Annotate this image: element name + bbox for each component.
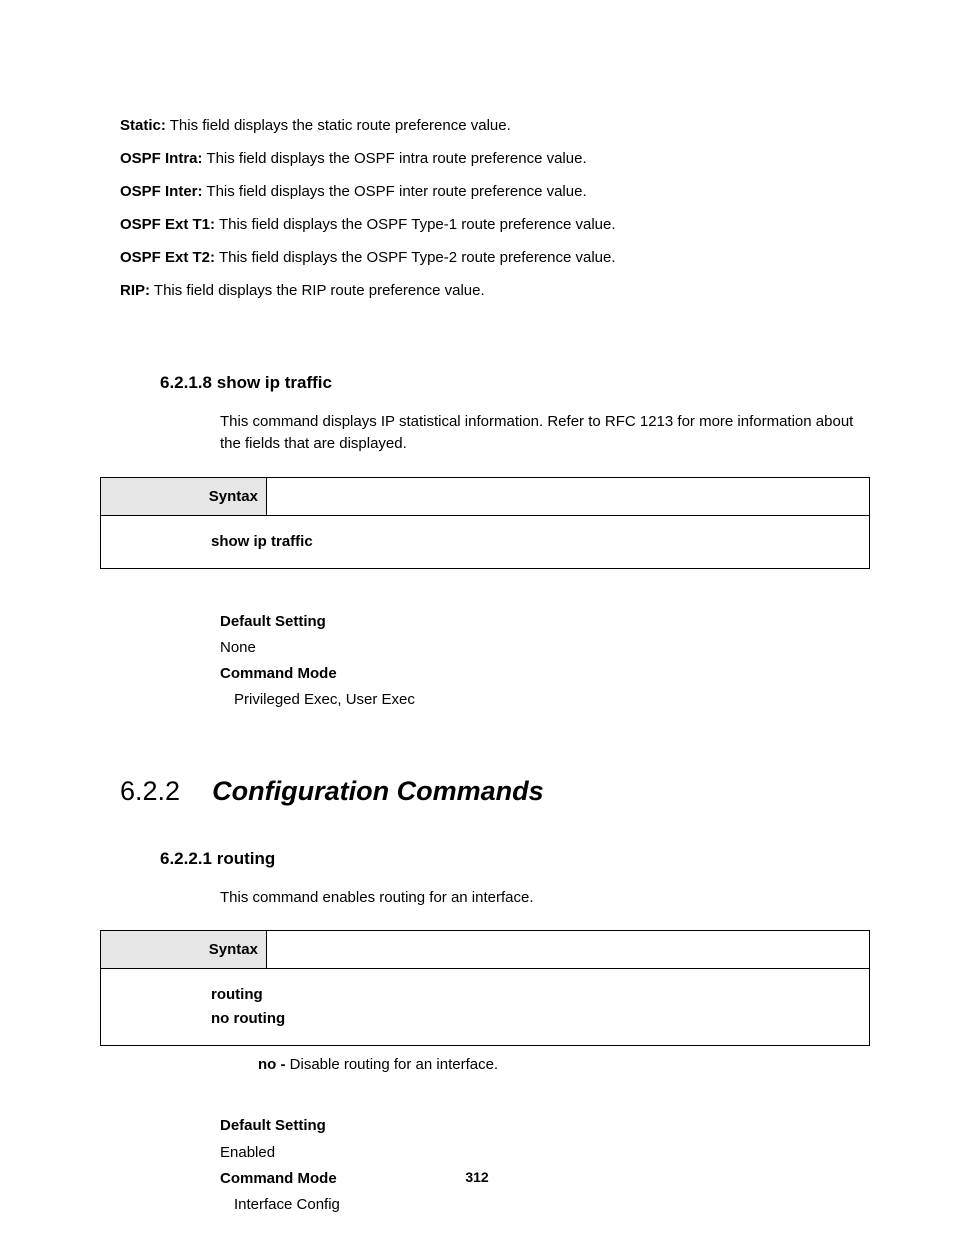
subsection-number: 6.2.1.8 [160, 373, 212, 392]
page-container: Static: This field displays the static r… [0, 0, 954, 1235]
syntax-header: Syntax [101, 931, 267, 969]
field-item: OSPF Ext T1: This field displays the OSP… [120, 214, 864, 235]
field-item: RIP: This field displays the RIP route p… [120, 280, 864, 301]
syntax-header-spacer [267, 477, 870, 515]
default-setting-label: Default Setting [220, 609, 864, 635]
default-setting-value: None [220, 635, 864, 661]
default-setting-label: Default Setting [220, 1113, 864, 1139]
details-block: Default Setting None Command Mode Privil… [220, 609, 864, 714]
field-label: OSPF Ext T1: [120, 216, 215, 233]
field-desc: This field displays the OSPF inter route… [206, 183, 586, 200]
subsection-heading-show-ip-traffic: 6.2.1.8 show ip traffic [160, 373, 864, 393]
field-label: Static: [120, 117, 166, 134]
syntax-header-spacer [267, 931, 870, 969]
syntax-table: Syntax routing no routing [100, 930, 870, 1046]
no-label: no - [258, 1056, 290, 1073]
subsection-heading-routing: 6.2.2.1 routing [160, 849, 864, 869]
field-desc: This field displays the RIP route prefer… [154, 282, 485, 299]
details-block: Default Setting Enabled Command Mode Int… [220, 1113, 864, 1218]
syntax-body: routing no routing [101, 969, 870, 1046]
field-desc: This field displays the static route pre… [170, 117, 511, 134]
field-item: Static: This field displays the static r… [120, 115, 864, 136]
section-title: Configuration Commands [212, 776, 544, 807]
field-label: OSPF Inter: [120, 183, 203, 200]
page-number: 312 [0, 1169, 954, 1185]
subsection-body: This command enables routing for an inte… [220, 887, 864, 909]
syntax-header: Syntax [101, 477, 267, 515]
subsection-body: This command displays IP statistical inf… [220, 411, 864, 455]
syntax-table: Syntax show ip traffic [100, 477, 870, 569]
section-heading-configuration-commands: 6.2.2 Configuration Commands [120, 776, 864, 807]
command-mode-value: Interface Config [220, 1192, 864, 1218]
no-desc: Disable routing for an interface. [290, 1056, 498, 1073]
field-desc: This field displays the OSPF Type-2 rout… [219, 249, 616, 266]
field-label: OSPF Ext T2: [120, 249, 215, 266]
syntax-body: show ip traffic [101, 515, 870, 568]
no-option-note: no - Disable routing for an interface. [258, 1056, 864, 1073]
default-setting-value: Enabled [220, 1140, 864, 1166]
command-mode-value: Privileged Exec, User Exec [220, 687, 864, 713]
subsection-number: 6.2.2.1 [160, 849, 212, 868]
syntax-line: routing [211, 983, 861, 1007]
field-label: OSPF Intra: [120, 150, 203, 167]
syntax-line: no routing [211, 1007, 861, 1031]
field-desc: This field displays the OSPF Type-1 rout… [219, 216, 616, 233]
field-definitions: Static: This field displays the static r… [120, 115, 864, 301]
command-mode-label: Command Mode [220, 661, 864, 687]
field-item: OSPF Intra: This field displays the OSPF… [120, 148, 864, 169]
field-label: RIP: [120, 282, 150, 299]
subsection-title: routing [217, 849, 276, 868]
field-item: OSPF Inter: This field displays the OSPF… [120, 181, 864, 202]
field-item: OSPF Ext T2: This field displays the OSP… [120, 247, 864, 268]
section-number: 6.2.2 [120, 776, 208, 807]
subsection-title: show ip traffic [217, 373, 332, 392]
field-desc: This field displays the OSPF intra route… [206, 150, 586, 167]
